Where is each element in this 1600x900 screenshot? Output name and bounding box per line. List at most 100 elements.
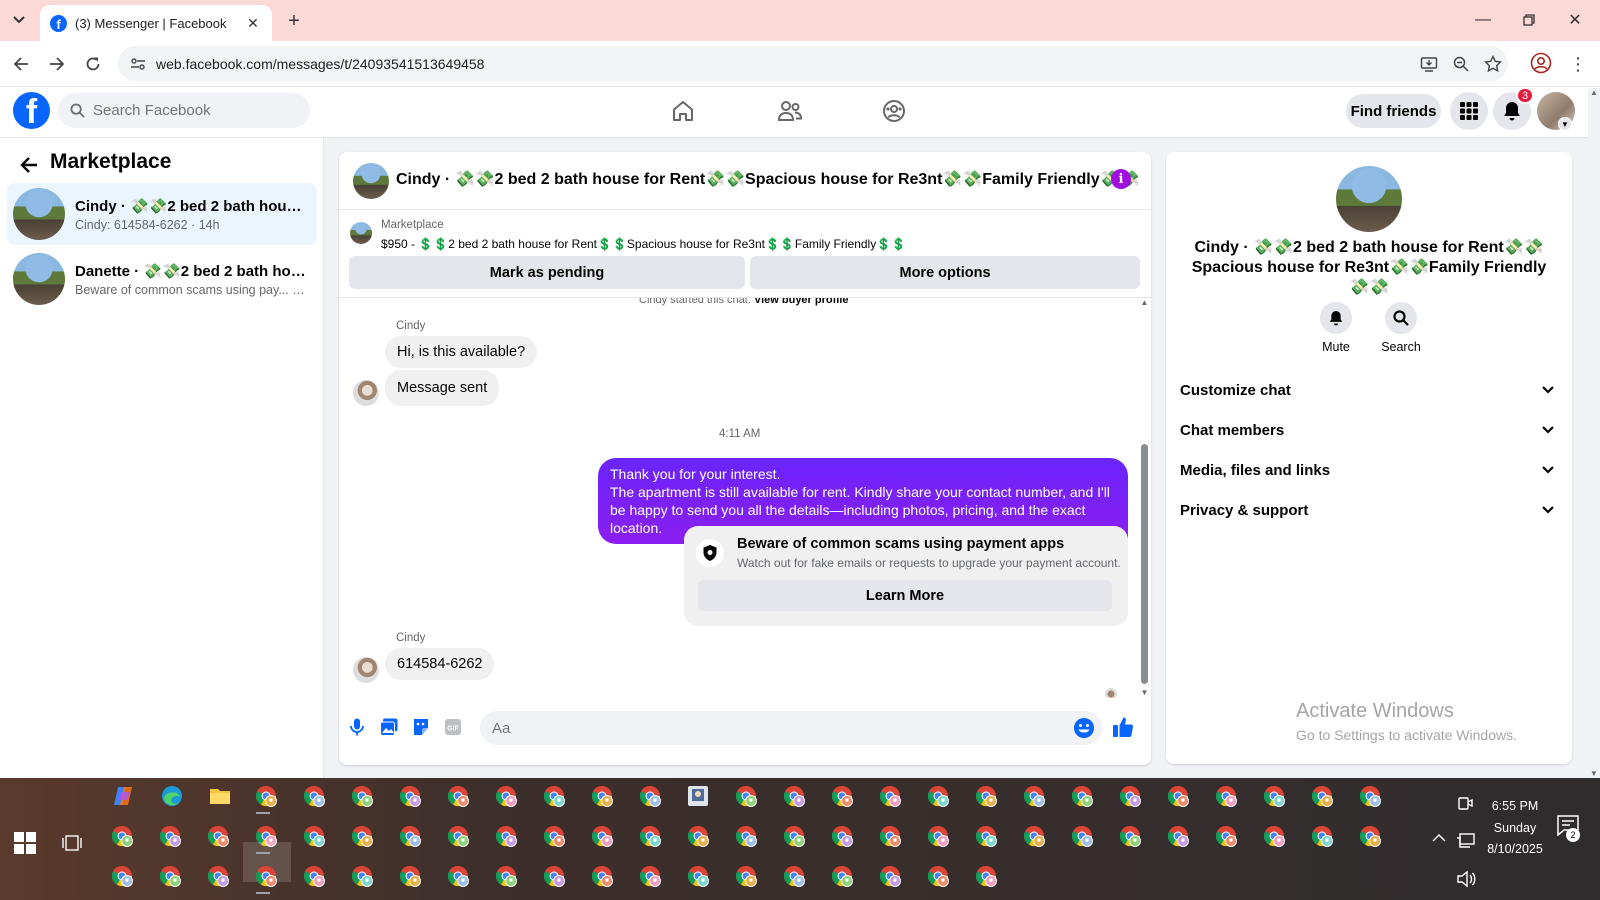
incoming-message[interactable]: Hi, is this available? [385,336,538,368]
copilot-icon[interactable] [112,784,136,808]
chrome-taskbar-icon[interactable] [782,864,806,888]
chevron-down-icon[interactable]: ▼ [1558,117,1572,131]
chat-title[interactable]: Cindy · 💸💸2 bed 2 bath house for Rent💸💸S… [396,169,1139,189]
app-window-icon[interactable] [686,784,710,808]
chrome-taskbar-icon[interactable] [1358,824,1382,848]
info-icon[interactable]: i [1111,169,1131,189]
facebook-search-input[interactable] [93,102,293,119]
close-tab-button[interactable]: ✕ [244,14,262,32]
tab-search-button[interactable] [6,8,32,32]
chrome-taskbar-icon[interactable] [734,824,758,848]
chrome-taskbar-icon[interactable] [350,784,374,808]
task-view-icon[interactable] [62,832,84,854]
chat-members-section[interactable]: Chat members [1180,412,1560,448]
conversation-item[interactable]: Danette · 💸💸2 bed 2 bath house... Beware… [7,248,317,310]
chrome-taskbar-icon[interactable] [302,784,326,808]
install-app-icon[interactable] [1418,53,1440,75]
scroll-down-icon[interactable]: ▼ [1140,688,1149,697]
chrome-taskbar-icon[interactable] [494,824,518,848]
view-buyer-profile-link[interactable]: View buyer profile [754,298,849,306]
chrome-taskbar-icon[interactable] [638,784,662,808]
chrome-taskbar-icon[interactable] [782,784,806,808]
find-friends-button[interactable]: Find friends [1346,94,1441,128]
chrome-taskbar-icon[interactable] [254,784,278,808]
sender-avatar[interactable] [353,380,379,406]
chrome-taskbar-icon[interactable] [542,784,566,808]
site-info-icon[interactable] [128,54,148,74]
back-button[interactable] [8,51,34,77]
chrome-taskbar-icon[interactable] [1214,784,1238,808]
chat-thumbnail[interactable] [353,163,389,199]
scroll-down-icon[interactable]: ▼ [1588,769,1600,778]
mute-button[interactable]: Mute [1306,302,1366,354]
chrome-taskbar-icon[interactable] [1118,824,1142,848]
chrome-taskbar-icon[interactable] [1022,784,1046,808]
chrome-profile-icon[interactable] [1530,52,1554,76]
volume-icon[interactable] [1456,870,1476,890]
chrome-taskbar-icon[interactable] [302,864,326,888]
emoji-icon[interactable] [1073,717,1095,739]
chrome-taskbar-icon[interactable] [878,784,902,808]
new-tab-button[interactable]: + [282,9,306,33]
more-options-button[interactable]: More options [750,256,1140,289]
chrome-taskbar-icon[interactable] [110,824,134,848]
chrome-taskbar-icon[interactable] [158,824,182,848]
chrome-taskbar-icon[interactable] [446,864,470,888]
thumbs-up-icon[interactable] [1109,713,1137,741]
chrome-taskbar-icon[interactable] [1262,824,1286,848]
chrome-taskbar-icon[interactable] [542,824,566,848]
system-clock[interactable]: 6:55 PM Sunday 8/10/2025 [1472,796,1558,861]
search-in-chat-button[interactable]: Search [1371,302,1431,354]
chrome-taskbar-icon[interactable] [590,784,614,808]
close-window-button[interactable]: ✕ [1560,8,1590,32]
chrome-taskbar-icon[interactable] [830,784,854,808]
show-hidden-icons-icon[interactable] [1432,832,1448,848]
chrome-taskbar-icon[interactable] [830,824,854,848]
chrome-taskbar-icon[interactable] [974,784,998,808]
zoom-icon[interactable] [1450,53,1472,75]
chrome-taskbar-icon[interactable] [878,864,902,888]
conversation-item[interactable]: Cindy · 💸💸2 bed 2 bath house fo... Cindy… [7,183,317,245]
sender-avatar[interactable] [353,657,379,683]
facebook-search-box[interactable] [58,93,310,128]
customize-chat-section[interactable]: Customize chat [1180,372,1560,408]
learn-more-button[interactable]: Learn More [698,580,1112,611]
menu-grid-button[interactable] [1450,92,1488,130]
chrome-taskbar-icon[interactable] [254,864,278,888]
message-input-box[interactable] [480,711,1102,745]
chrome-taskbar-icon[interactable] [830,864,854,888]
listing-description[interactable]: $950 - 💲💲2 bed 2 bath house for Rent💲💲Sp… [381,237,906,251]
groups-nav-button[interactable] [874,93,914,129]
incoming-message[interactable]: 614584-6262 [385,648,495,680]
attach-photo-icon[interactable] [377,715,401,739]
file-explorer-icon[interactable] [208,784,232,808]
scroll-thumb[interactable] [1141,444,1148,684]
minimize-button[interactable]: — [1468,8,1498,32]
chrome-taskbar-icon[interactable] [734,864,758,888]
chrome-taskbar-icon[interactable] [158,864,182,888]
chrome-taskbar-icon[interactable] [974,824,998,848]
forward-button[interactable] [44,51,70,77]
restore-button[interactable] [1514,8,1544,32]
chrome-taskbar-icon[interactable] [926,864,950,888]
chrome-taskbar-icon[interactable] [1262,784,1286,808]
edge-icon[interactable] [160,784,184,808]
chrome-taskbar-icon[interactable] [446,824,470,848]
media-files-links-section[interactable]: Media, files and links [1180,452,1560,488]
incoming-message[interactable]: Message sent [385,370,500,406]
chrome-taskbar-icon[interactable] [398,864,422,888]
chrome-taskbar-icon[interactable] [302,824,326,848]
chrome-taskbar-icon[interactable] [1214,824,1238,848]
mark-as-pending-button[interactable]: Mark as pending [349,256,745,289]
chrome-taskbar-icon[interactable] [1358,784,1382,808]
chrome-taskbar-icon[interactable] [542,864,566,888]
chrome-taskbar-icon[interactable] [1070,824,1094,848]
chrome-taskbar-icon[interactable] [1166,784,1190,808]
scroll-up-icon[interactable]: ▲ [1588,88,1600,97]
chrome-taskbar-icon[interactable] [926,824,950,848]
omnibox[interactable]: web.facebook.com/messages/t/240935415136… [118,46,1508,81]
windows-start-icon[interactable] [14,832,36,854]
chrome-taskbar-icon[interactable] [1118,784,1142,808]
gif-icon[interactable]: GIF [441,715,465,739]
chrome-menu-button[interactable]: ⋮ [1568,52,1588,76]
